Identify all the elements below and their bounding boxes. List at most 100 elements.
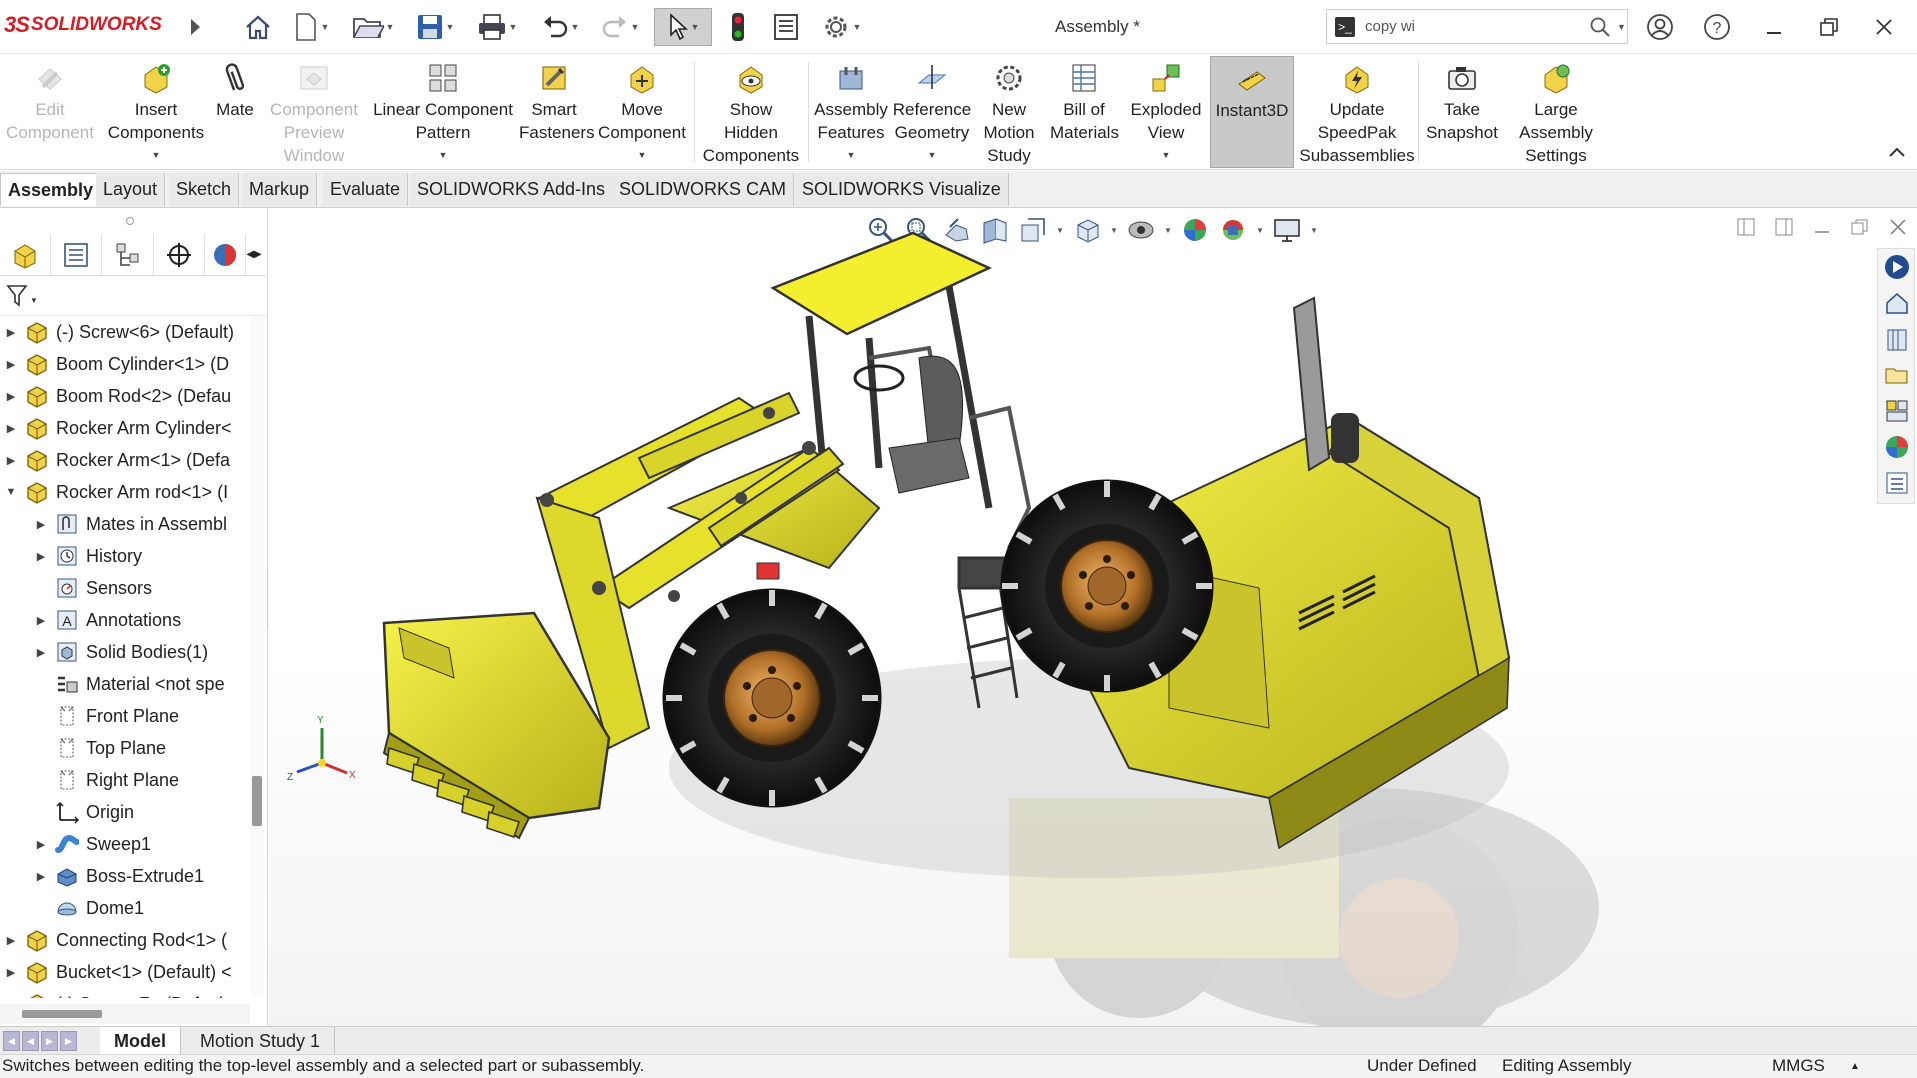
minimize-window-icon[interactable] — [1756, 10, 1792, 44]
assembly-features-dropdown-icon[interactable]: ▼ — [847, 144, 856, 167]
expanded-chevron-icon[interactable]: ▼ — [4, 486, 18, 498]
collapsed-chevron-icon[interactable]: ▶ — [4, 390, 18, 403]
configuration-manager-tab-icon[interactable] — [102, 234, 154, 276]
panel-splitter-handle[interactable] — [126, 217, 134, 225]
tree-item[interactable]: Front Plane — [0, 700, 250, 732]
panel-tabs-scroll-icon[interactable]: ◀▶ — [246, 234, 266, 275]
custom-properties-icon[interactable] — [1878, 465, 1916, 501]
tree-item[interactable]: ▶ History — [0, 540, 250, 572]
reference-geometry-dropdown-icon[interactable]: ▼ — [928, 144, 937, 167]
smart-fasteners-button[interactable]: Smart Fasteners — [518, 56, 595, 168]
dimxpert-manager-tab-icon[interactable] — [154, 234, 205, 276]
solidworks-logo[interactable]: 3S SOLIDWORKS — [4, 12, 162, 38]
property-manager-tab-icon[interactable] — [51, 234, 103, 276]
collapsed-chevron-icon[interactable]: ▶ — [4, 326, 18, 339]
tree-item[interactable]: ▼ Rocker Arm rod<1> (I — [0, 476, 250, 508]
close-window-icon[interactable] — [1866, 10, 1902, 44]
tree-item[interactable]: Sensors — [0, 572, 250, 604]
next-tab-arrow-icon[interactable]: ▶ — [41, 1031, 58, 1051]
collapsed-chevron-icon[interactable]: ▶ — [4, 966, 18, 979]
view-palette-icon[interactable] — [1878, 393, 1916, 429]
new-document-icon[interactable]: ▼ — [288, 8, 334, 46]
collapsed-chevron-icon[interactable]: ▶ — [4, 358, 18, 371]
search-options-chevron-icon[interactable]: ▼ — [1617, 22, 1626, 32]
update-speedpak-subassemblies-button[interactable]: Update SpeedPak Subassemblies — [1298, 56, 1416, 168]
edit-component-button[interactable]: Edit Component — [2, 56, 98, 168]
linear-pattern-dropdown-icon[interactable]: ▼ — [439, 144, 448, 167]
last-tab-arrow-icon[interactable]: ▶ — [60, 1031, 77, 1051]
feature-manager-tree-tab-icon[interactable] — [0, 234, 52, 276]
show-hidden-components-button[interactable]: Show Hidden Components — [698, 56, 804, 168]
options-gear-icon[interactable]: ▼ — [814, 8, 868, 46]
linear-component-pattern-button[interactable]: Linear Component Pattern ▼ — [368, 56, 518, 168]
home-resources-icon[interactable] — [1878, 285, 1916, 321]
instant3d-button[interactable]: Instant3D — [1210, 56, 1294, 168]
save-icon[interactable]: ▼ — [408, 8, 462, 46]
expand-menu-icon[interactable] — [188, 8, 202, 46]
tab-solidworks-cam[interactable]: SOLIDWORKS CAM — [612, 173, 795, 206]
tree-item[interactable]: ▶ Bucket<1> (Default) < — [0, 956, 250, 988]
command-search-box[interactable]: >_ ▼ — [1326, 9, 1628, 44]
first-tab-arrow-icon[interactable]: ◀ — [3, 1031, 20, 1051]
tab-assembly[interactable]: Assembly — [0, 173, 102, 206]
search-icon[interactable] — [1589, 16, 1611, 38]
editing-mode-status[interactable]: Editing Assembly — [1502, 1056, 1631, 1076]
collapsed-chevron-icon[interactable]: ▶ — [4, 422, 18, 435]
tab-solidworks-visualize[interactable]: SOLIDWORKS Visualize — [795, 173, 1009, 206]
home-icon[interactable] — [238, 8, 278, 46]
user-account-icon[interactable] — [1642, 10, 1678, 44]
tree-item[interactable]: ▶ Sweep1 — [0, 828, 250, 860]
tab-motion-study-1[interactable]: Motion Study 1 — [186, 1027, 336, 1055]
tab-evaluate[interactable]: Evaluate — [323, 173, 409, 206]
units-system[interactable]: MMGS — [1772, 1056, 1825, 1076]
prev-tab-arrow-icon[interactable]: ◀ — [22, 1031, 39, 1051]
design-library-icon[interactable] — [1878, 321, 1916, 357]
tab-markup[interactable]: Markup — [242, 173, 318, 206]
filter-icon[interactable]: ▼ — [6, 283, 36, 309]
collapsed-chevron-icon[interactable]: ▶ — [4, 934, 18, 947]
tree-item[interactable]: Top Plane — [0, 732, 250, 764]
collapsed-chevron-icon[interactable]: ▶ — [34, 550, 48, 563]
collapsed-chevron-icon[interactable]: ▶ — [34, 614, 48, 627]
tree-item[interactable]: ▶ A Annotations — [0, 604, 250, 636]
tree-item[interactable]: Material <not spe — [0, 668, 250, 700]
tree-horizontal-scrollbar[interactable] — [0, 1004, 250, 1024]
mate-button[interactable]: Mate — [212, 56, 258, 168]
open-folder-icon[interactable]: ▼ — [346, 8, 400, 46]
collapsed-chevron-icon[interactable]: ▶ — [34, 838, 48, 851]
help-icon[interactable]: ? — [1699, 10, 1735, 44]
redo-icon[interactable]: ▼ — [595, 8, 645, 46]
collapse-ribbon-chevron-icon[interactable] — [1886, 142, 1908, 162]
large-assembly-settings-button[interactable]: Large Assembly Settings — [1508, 56, 1604, 168]
units-dropdown-icon[interactable]: ▲ — [1850, 1061, 1860, 1072]
collapsed-chevron-icon[interactable]: ▶ — [4, 454, 18, 467]
display-manager-tab-icon[interactable] — [205, 234, 247, 276]
move-component-button[interactable]: Move Component ▼ — [594, 56, 690, 168]
tab-solidworks-add-ins[interactable]: SOLIDWORKS Add-Ins — [410, 173, 614, 206]
tree-item[interactable]: ▶ Connecting Rod<1> ( — [0, 924, 250, 956]
file-properties-icon[interactable] — [768, 8, 804, 46]
tab-model[interactable]: Model — [100, 1027, 181, 1055]
tree-item[interactable]: ▶ Boom Cylinder<1> (D — [0, 348, 250, 380]
assembly-features-button[interactable]: Assembly Features ▼ — [810, 56, 892, 168]
tree-scroll-thumb[interactable] — [252, 776, 262, 826]
undo-icon[interactable]: ▼ — [535, 8, 585, 46]
component-preview-window-button[interactable]: Component Preview Window — [262, 56, 366, 168]
collapsed-chevron-icon[interactable]: ▶ — [34, 646, 48, 659]
bill-of-materials-button[interactable]: Bill of Materials — [1048, 56, 1120, 168]
tree-hscroll-thumb[interactable] — [22, 1010, 102, 1018]
file-explorer-icon[interactable] — [1878, 357, 1916, 393]
exploded-view-button[interactable]: Exploded View ▼ — [1124, 56, 1208, 168]
insert-components-dropdown-icon[interactable]: ▼ — [152, 144, 161, 167]
search-input[interactable] — [1365, 18, 1585, 35]
collapsed-chevron-icon[interactable]: ▶ — [34, 870, 48, 883]
select-pointer-icon[interactable]: ▼ — [654, 8, 712, 46]
graphics-viewport[interactable]: ▼ ▼ ▼ ▼ ▼ Y X Z — [269, 208, 1917, 1026]
wheel-loader-model[interactable]: Y X Z — [269, 208, 1917, 1026]
insert-components-button[interactable]: Insert Components ▼ — [104, 56, 208, 168]
tree-item[interactable]: ▶ Mates in Assembl — [0, 508, 250, 540]
tab-sketch[interactable]: Sketch — [169, 173, 240, 206]
appearances-scenes-icon[interactable] — [1878, 429, 1916, 465]
solidworks-resources-icon[interactable] — [1878, 249, 1916, 285]
tree-item[interactable]: ▶ Boss-Extrude1 — [0, 860, 250, 892]
